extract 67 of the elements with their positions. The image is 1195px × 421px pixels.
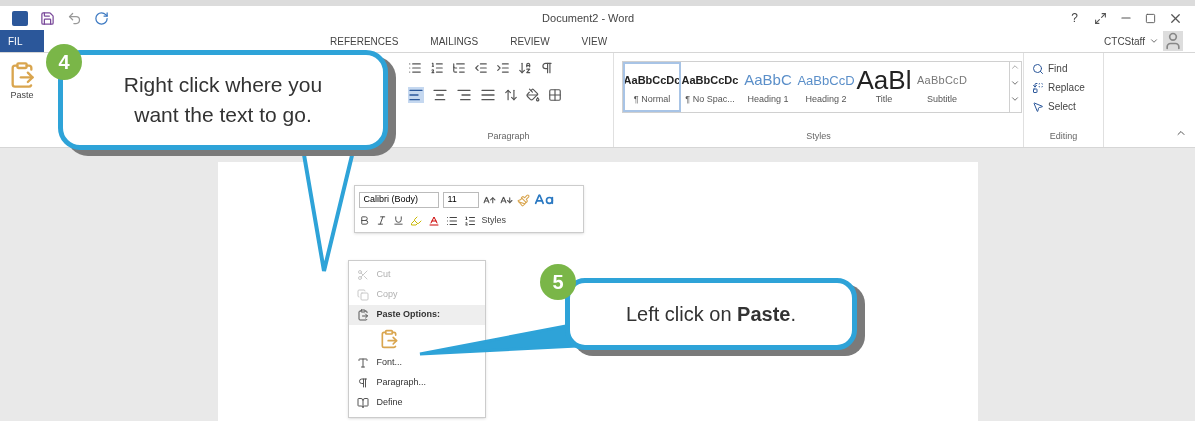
style-gallery-item[interactable]: AaBbCcD Heading 2	[797, 62, 855, 112]
restore-icon[interactable]	[1145, 12, 1156, 24]
menu-item[interactable]: Paragraph...	[348, 373, 485, 393]
pilcrow-icon[interactable]	[540, 61, 554, 75]
scroll-down-icon[interactable]	[1010, 78, 1020, 88]
align-icon[interactable]	[408, 87, 424, 103]
group-label: Styles	[806, 129, 831, 143]
align-icon[interactable]	[480, 87, 496, 103]
define-icon	[356, 397, 369, 409]
callout-text: Right click where you want the text to go.	[122, 72, 324, 128]
paste-button[interactable]: Paste	[0, 53, 44, 147]
ribbon-display-icon[interactable]	[1094, 11, 1107, 25]
paragraph-icon	[356, 377, 369, 389]
step-badge: 4	[46, 44, 82, 80]
multilevel-list-icon[interactable]	[452, 61, 466, 75]
caret-icon[interactable]	[1149, 36, 1159, 46]
save-icon[interactable]	[40, 10, 55, 26]
editing-button[interactable]: Find	[1032, 61, 1095, 76]
find-icon	[1032, 62, 1044, 75]
shading-icon[interactable]	[526, 88, 540, 102]
ribbon-tab[interactable]: REVIEW	[494, 30, 566, 52]
select-icon	[1032, 100, 1044, 113]
styles-button[interactable]: Styles	[481, 214, 506, 228]
window-title: Document2 - Word	[542, 10, 635, 26]
style-gallery-item[interactable]: AaBbCcD Subtitle	[913, 62, 971, 112]
group-label: Paragraph	[487, 129, 530, 143]
borders-icon[interactable]	[548, 88, 562, 102]
replace-icon	[1032, 81, 1044, 94]
bullets-icon[interactable]	[445, 214, 458, 227]
copy-icon	[356, 289, 369, 301]
style-gallery-item[interactable]: AaBl Title	[855, 62, 913, 112]
font-field[interactable]: Calibri (Body)	[358, 192, 439, 208]
user-name[interactable]: CTCStaff	[1104, 33, 1145, 49]
cut-icon	[356, 269, 369, 281]
underline-icon[interactable]	[392, 215, 404, 227]
undo-icon[interactable]	[67, 10, 82, 26]
font-color-icon[interactable]	[427, 214, 440, 227]
style-gallery-item[interactable]: AaBbC Heading 1	[739, 62, 797, 112]
more-styles-icon[interactable]	[1010, 94, 1020, 104]
avatar-icon[interactable]	[1163, 31, 1183, 51]
increase-indent-icon[interactable]	[496, 61, 510, 75]
italic-icon[interactable]	[375, 215, 387, 227]
decrease-indent-icon[interactable]	[474, 61, 488, 75]
group-label: Editing	[1049, 129, 1078, 143]
numbering-icon[interactable]	[430, 61, 444, 75]
help-button[interactable]: ?	[1067, 9, 1082, 27]
font-size-field[interactable]: 11	[442, 192, 479, 208]
font-icon	[356, 357, 369, 369]
callout-text: Left click on Paste.	[625, 302, 797, 327]
sort-icon[interactable]	[518, 61, 532, 75]
redo-icon[interactable]	[94, 10, 109, 26]
align-icon[interactable]	[456, 87, 472, 103]
ribbon-tab[interactable]: FIL	[0, 30, 44, 52]
align-icon[interactable]	[432, 87, 448, 103]
menu-item[interactable]: Define	[348, 393, 485, 413]
numbering-icon[interactable]	[463, 214, 476, 227]
menu-heading: Paste Options:	[348, 305, 485, 325]
ribbon-tab[interactable]: VIEW	[565, 30, 624, 52]
menu-item[interactable]: Font...	[348, 353, 485, 373]
ribbon-tab[interactable]: MAILINGS	[414, 30, 495, 52]
clipboard-icon	[356, 309, 369, 321]
style-gallery-item[interactable]: AaBbCcDc ¶ No Spac...	[681, 62, 739, 112]
editing-button[interactable]: Replace	[1032, 80, 1095, 95]
ribbon-tab[interactable]: REFERENCES	[314, 30, 415, 52]
bold-icon[interactable]	[358, 215, 370, 227]
line-spacing-icon[interactable]	[504, 88, 518, 102]
editing-button[interactable]: Select	[1032, 99, 1095, 114]
